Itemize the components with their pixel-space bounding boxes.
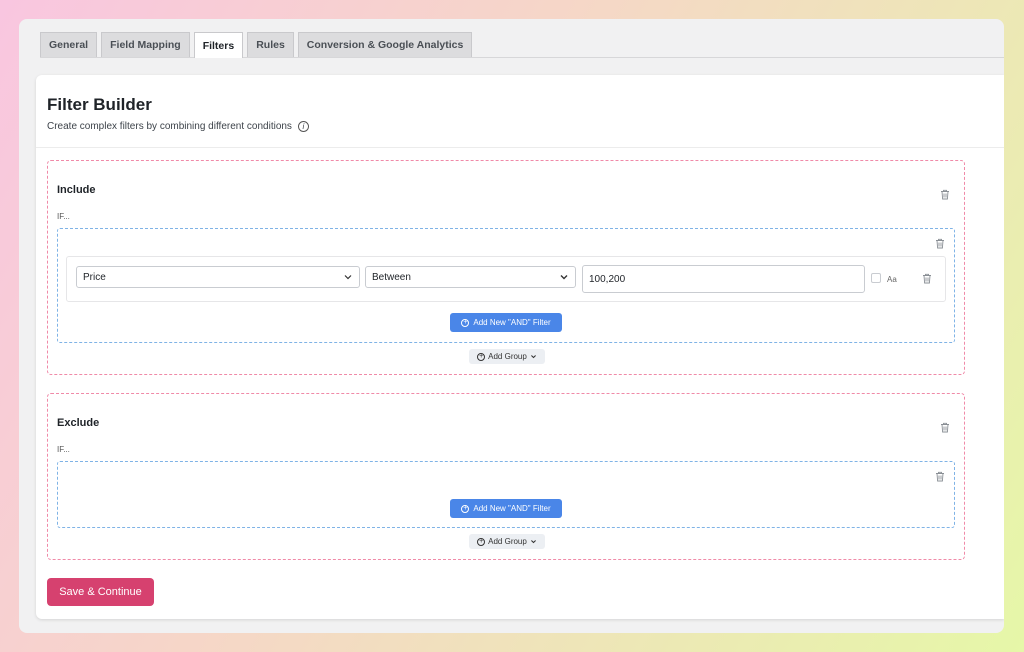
- tab-bar: General Field Mapping Filters Rules Conv…: [40, 32, 1004, 58]
- delete-include-trash-icon[interactable]: [940, 189, 950, 200]
- operator-select[interactable]: Between: [365, 266, 576, 288]
- info-icon[interactable]: i: [297, 121, 309, 132]
- chevron-down-icon: [530, 355, 536, 359]
- page-title: Filter Builder: [47, 95, 152, 114]
- tab-field-mapping[interactable]: Field Mapping: [101, 32, 190, 57]
- exclude-filter-group: + Add New "AND" Filter: [57, 461, 955, 528]
- operator-select-value: Between: [372, 271, 411, 283]
- include-filter-group: Price Between 100,200 Aa + Add New "AND"…: [57, 228, 955, 343]
- add-and-filter-button[interactable]: + Add New "AND" Filter: [450, 499, 562, 518]
- include-if-label: IF...: [57, 212, 70, 221]
- exclude-if-label: IF...: [57, 445, 70, 454]
- tab-rules[interactable]: Rules: [247, 32, 294, 57]
- exclude-title: Exclude: [57, 417, 100, 429]
- delete-exclude-trash-icon[interactable]: [940, 422, 950, 433]
- delete-group-trash-icon[interactable]: [935, 471, 945, 482]
- plus-circle-icon: +: [477, 537, 486, 546]
- include-section: Include IF... Price Between 100,200 Aa +…: [47, 160, 965, 375]
- add-group-label: Add Group: [488, 537, 527, 546]
- chevron-down-icon: [560, 275, 568, 280]
- filter-row: Price Between 100,200 Aa: [66, 256, 946, 302]
- value-input-text: 100,200: [589, 273, 626, 285]
- case-sensitive-checkbox[interactable]: [871, 273, 881, 283]
- add-group-label: Add Group: [488, 352, 527, 361]
- subtitle-text: Create complex filters by combining diff…: [47, 121, 292, 132]
- filter-builder-panel: Filter Builder Create complex filters by…: [36, 75, 1004, 619]
- app-window: General Field Mapping Filters Rules Conv…: [19, 19, 1004, 633]
- add-and-filter-label: Add New "AND" Filter: [473, 504, 551, 513]
- field-select[interactable]: Price: [76, 266, 360, 288]
- plus-circle-icon: +: [477, 352, 486, 361]
- exclude-section: Exclude IF... + Add New "AND" Filter + A…: [47, 393, 965, 560]
- delete-group-trash-icon[interactable]: [935, 238, 945, 249]
- value-input[interactable]: 100,200: [582, 265, 865, 293]
- plus-circle-icon: +: [461, 318, 470, 327]
- include-title: Include: [57, 184, 96, 196]
- chevron-down-icon: [344, 275, 352, 280]
- save-continue-button[interactable]: Save & Continue: [47, 578, 154, 606]
- add-group-button[interactable]: + Add Group: [469, 534, 545, 549]
- delete-row-trash-icon[interactable]: [922, 273, 932, 284]
- tab-general[interactable]: General: [40, 32, 98, 57]
- plus-circle-icon: +: [461, 504, 470, 513]
- header-divider: [36, 147, 1004, 148]
- page-subtitle: Create complex filters by combining diff…: [47, 121, 309, 132]
- add-and-filter-button[interactable]: + Add New "AND" Filter: [450, 313, 562, 332]
- tab-conversion-google-analytics[interactable]: Conversion & Google Analytics: [297, 32, 473, 57]
- add-group-button[interactable]: + Add Group: [469, 349, 545, 364]
- add-and-filter-label: Add New "AND" Filter: [473, 318, 551, 327]
- tab-filters[interactable]: Filters: [193, 32, 244, 58]
- case-sensitive-label: Aa: [887, 275, 897, 284]
- field-select-value: Price: [83, 271, 106, 283]
- chevron-down-icon: [530, 540, 536, 544]
